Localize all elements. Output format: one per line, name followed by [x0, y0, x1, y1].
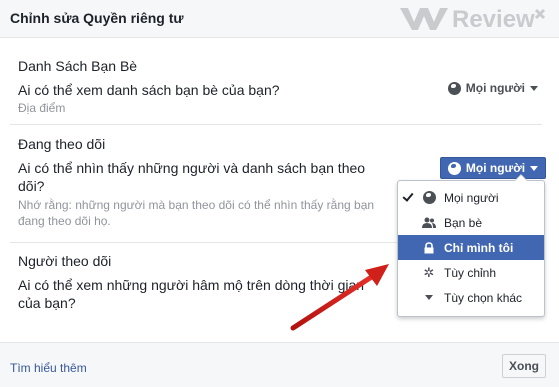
followers-title: Người theo dõi	[18, 253, 112, 269]
menu-item-everyone[interactable]: Mọi người	[398, 185, 544, 210]
menu-item-friends[interactable]: Bạn bè	[398, 210, 544, 235]
following-audience-button[interactable]: Mọi người	[440, 157, 546, 179]
caret-down-icon	[530, 165, 539, 171]
lock-icon	[422, 241, 436, 255]
following-audience-label: Mọi người	[465, 161, 526, 175]
menu-item-more-options[interactable]: Tùy chọn khác	[398, 285, 544, 310]
friends-list-question: Ai có thể xem danh sách bạn bè của bạn?	[18, 82, 280, 98]
vnreview-watermark-logo: Review	[400, 6, 546, 32]
dialog-footer: Tìm hiểu thêm Xong	[0, 342, 559, 387]
menu-item-label: Chỉ mình tôi	[444, 240, 514, 255]
annotation-arrow	[290, 264, 389, 331]
menu-item-only-me[interactable]: Chỉ mình tôi	[398, 235, 544, 260]
learn-more-link[interactable]: Tìm hiểu thêm	[10, 361, 87, 375]
globe-icon	[422, 191, 436, 205]
globe-icon	[447, 81, 461, 95]
dialog-header: Chỉnh sửa Quyền riêng tư Review	[0, 0, 559, 38]
privacy-dialog: Chỉnh sửa Quyền riêng tư Review Danh Sác…	[0, 0, 559, 387]
friends-list-note: Địa điểm	[18, 101, 66, 115]
done-button[interactable]: Xong	[502, 354, 546, 378]
caret-down-icon	[422, 291, 436, 305]
dialog-title: Chỉnh sửa Quyền riêng tư	[10, 10, 184, 26]
globe-icon	[447, 161, 461, 175]
following-note: Nhớ rằng: những người mà bạn theo dõi có…	[18, 198, 375, 228]
menu-item-label: Tùy chọn khác	[444, 290, 523, 305]
svg-text:Review: Review	[452, 6, 535, 32]
friends-list-section: Danh Sách Bạn Bè Ai có thể xem danh sách…	[10, 50, 542, 125]
checkmark-icon	[402, 190, 414, 202]
menu-item-label: Tùy chỉnh	[444, 265, 497, 280]
friends-list-title: Danh Sách Bạn Bè	[18, 58, 138, 74]
following-title: Đang theo dõi	[18, 136, 106, 152]
menu-item-custom[interactable]: ✲ Tùy chỉnh	[398, 260, 544, 285]
friends-audience-selector[interactable]: Mọi người	[447, 81, 538, 95]
friends-audience-label: Mọi người	[465, 81, 525, 95]
audience-dropdown-menu: Mọi người Bạn bè Chỉ mình tôi ✲ Tùy chỉn…	[397, 174, 545, 317]
caret-down-icon	[530, 85, 538, 91]
menu-item-label: Bạn bè	[444, 215, 483, 230]
friends-icon	[422, 216, 436, 230]
gear-icon: ✲	[423, 264, 435, 280]
menu-item-label: Mọi người	[444, 190, 499, 205]
following-question: Ai có thể nhìn thấy những người và danh …	[18, 160, 366, 194]
